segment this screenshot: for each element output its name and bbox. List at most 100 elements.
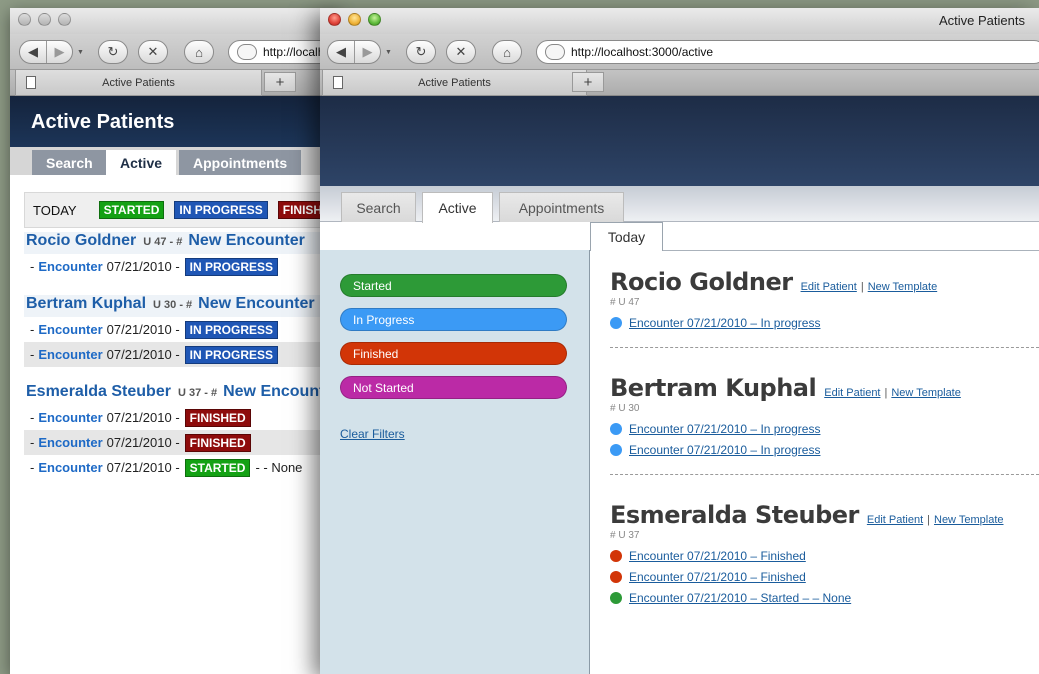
back-tab-search[interactable]: Search	[32, 150, 107, 175]
patient-card: Rocio Goldner Edit Patient | New Templat…	[610, 268, 1039, 333]
stop-icon: ✕	[147, 44, 159, 59]
zoom-window-button[interactable]	[58, 13, 71, 26]
filter-in-progress[interactable]: In Progress	[340, 308, 567, 331]
new-encounter-link[interactable]: New Encounter	[198, 295, 314, 313]
encounter-link[interactable]: Encounter	[38, 322, 102, 337]
minimize-window-button[interactable]	[348, 13, 361, 26]
patient-header: Bertram Kuphal Edit Patient | New Templa…	[610, 374, 1039, 402]
encounter-row: - Encounter 07/21/2010 - FINISHED	[24, 430, 326, 455]
status-dot-icon	[610, 316, 622, 329]
filter-sidebar: Started In Progress Finished Not Started…	[320, 250, 590, 674]
dash: -	[30, 322, 35, 337]
encounter-link[interactable]: Encounter	[38, 347, 102, 362]
home-icon: ⌂	[503, 44, 511, 60]
encounter-link[interactable]: Encounter	[38, 460, 102, 475]
reload-button[interactable]: ↻	[406, 40, 436, 64]
encounter-link[interactable]: Encounter 07/21/2010 – Finished	[629, 570, 806, 584]
patient-name[interactable]: Esmeralda Steuber	[26, 383, 171, 401]
encounter-date: 07/21/2010 -	[106, 435, 180, 450]
new-encounter-link[interactable]: New Encounter	[188, 232, 304, 250]
front-browser-tab[interactable]: Active Patients	[322, 70, 587, 96]
encounter-link[interactable]: Encounter 07/21/2010 – In progress	[629, 316, 820, 330]
encounter-link[interactable]: Encounter	[38, 435, 102, 450]
encounter-row: Encounter 07/21/2010 – Started – – None	[610, 587, 1039, 608]
encounter-link[interactable]: Encounter 07/21/2010 – Started – – None	[629, 591, 851, 605]
forward-button[interactable]: ▶	[46, 41, 72, 63]
new-template-link[interactable]: New Template	[934, 514, 1004, 526]
dash: -	[30, 410, 35, 425]
filter-not-started[interactable]: Not Started	[340, 376, 567, 399]
patient-name[interactable]: Rocio Goldner	[26, 232, 136, 250]
today-label: TODAY	[33, 202, 77, 218]
back-nav-tabs: Search Active Appointments	[10, 147, 340, 175]
back-browser-tab[interactable]: Active Patients	[15, 70, 262, 96]
encounter-link[interactable]: Encounter	[38, 259, 102, 274]
tab-search[interactable]: Search	[341, 192, 416, 222]
history-dropdown-icon[interactable]: ▼	[385, 49, 392, 56]
today-tab[interactable]: Today	[590, 222, 663, 251]
document-icon	[333, 76, 343, 89]
front-address-bar[interactable]: http://localhost:3000/active	[536, 40, 1039, 64]
back-button[interactable]: ◀	[20, 41, 46, 63]
encounter-link[interactable]: Encounter	[38, 410, 102, 425]
filter-started[interactable]: Started	[340, 274, 567, 297]
back-tab-appointments[interactable]: Appointments	[179, 150, 302, 175]
encounter-link[interactable]: Encounter 07/21/2010 – In progress	[629, 422, 820, 436]
forward-arrow-icon: ▶	[54, 44, 65, 59]
close-window-button[interactable]	[18, 13, 31, 26]
back-tab-active[interactable]: Active	[106, 150, 177, 175]
page-icon	[545, 44, 565, 60]
tab-active[interactable]: Active	[422, 192, 493, 223]
patient-meta: # U 30	[610, 403, 640, 414]
back-page-body: TODAY STARTED IN PROGRESS FINISHED Rocio…	[10, 175, 340, 480]
back-forward-buttons: ◀ ▶	[19, 40, 73, 64]
new-encounter-link[interactable]: New Encounter	[223, 383, 326, 401]
encounter-link[interactable]: Encounter 07/21/2010 – Finished	[629, 549, 806, 563]
status-dot-icon	[610, 422, 622, 435]
back-new-tab-button[interactable]: +	[264, 72, 296, 92]
home-button[interactable]: ⌂	[492, 40, 522, 64]
zoom-window-button[interactable]	[368, 13, 381, 26]
front-browser-tab-title: Active Patients	[418, 76, 491, 89]
edit-patient-link[interactable]: Edit Patient	[867, 514, 923, 526]
status-badge: IN PROGRESS	[184, 320, 279, 339]
close-window-button[interactable]	[328, 13, 341, 26]
encounter-link[interactable]: Encounter 07/21/2010 – In progress	[629, 443, 820, 457]
patient-header: Esmeralda Steuber Edit Patient | New Tem…	[610, 501, 1039, 529]
dash: -	[30, 435, 35, 450]
tab-appointments[interactable]: Appointments	[499, 192, 624, 222]
stop-button[interactable]: ✕	[446, 40, 476, 64]
edit-patient-link[interactable]: Edit Patient	[801, 281, 857, 293]
clear-filters-link[interactable]: Clear Filters	[340, 427, 405, 441]
encounter-row: - Encounter 07/21/2010 - IN PROGRESS	[24, 254, 326, 279]
patient-name[interactable]: Bertram Kuphal	[26, 295, 146, 313]
back-browser-tab-title: Active Patients	[102, 76, 175, 89]
new-template-link[interactable]: New Template	[891, 387, 961, 399]
legend-in-progress: IN PROGRESS	[174, 201, 268, 219]
dash: -	[30, 347, 35, 362]
history-dropdown-icon[interactable]: ▼	[77, 49, 84, 56]
back-button[interactable]: ◀	[328, 41, 354, 63]
forward-button[interactable]: ▶	[354, 41, 380, 63]
front-new-tab-button[interactable]: +	[572, 72, 604, 92]
minimize-window-button[interactable]	[38, 13, 51, 26]
back-patient-header: Bertram Kuphal U 30 - # New Encounter	[24, 295, 326, 317]
edit-patient-link[interactable]: Edit Patient	[824, 387, 880, 399]
filter-finished[interactable]: Finished	[340, 342, 567, 365]
patient-name: Esmeralda Steuber	[610, 501, 859, 529]
encounter-date: 07/21/2010 -	[106, 259, 180, 274]
patient-meta: # U 37	[610, 530, 640, 541]
divider	[610, 347, 1039, 348]
patient-meta: U 47 - #	[143, 236, 183, 248]
patient-card: Esmeralda Steuber Edit Patient | New Tem…	[610, 501, 1039, 608]
divider	[610, 474, 1039, 475]
encounter-date: 07/21/2010 -	[106, 410, 180, 425]
page-icon	[237, 44, 257, 60]
status-badge: IN PROGRESS	[184, 257, 279, 276]
reload-button[interactable]: ↻	[98, 40, 128, 64]
home-button[interactable]: ⌂	[184, 40, 214, 64]
stop-button[interactable]: ✕	[138, 40, 168, 64]
new-template-link[interactable]: New Template	[868, 281, 938, 293]
status-badge: FINISHED	[184, 433, 251, 452]
